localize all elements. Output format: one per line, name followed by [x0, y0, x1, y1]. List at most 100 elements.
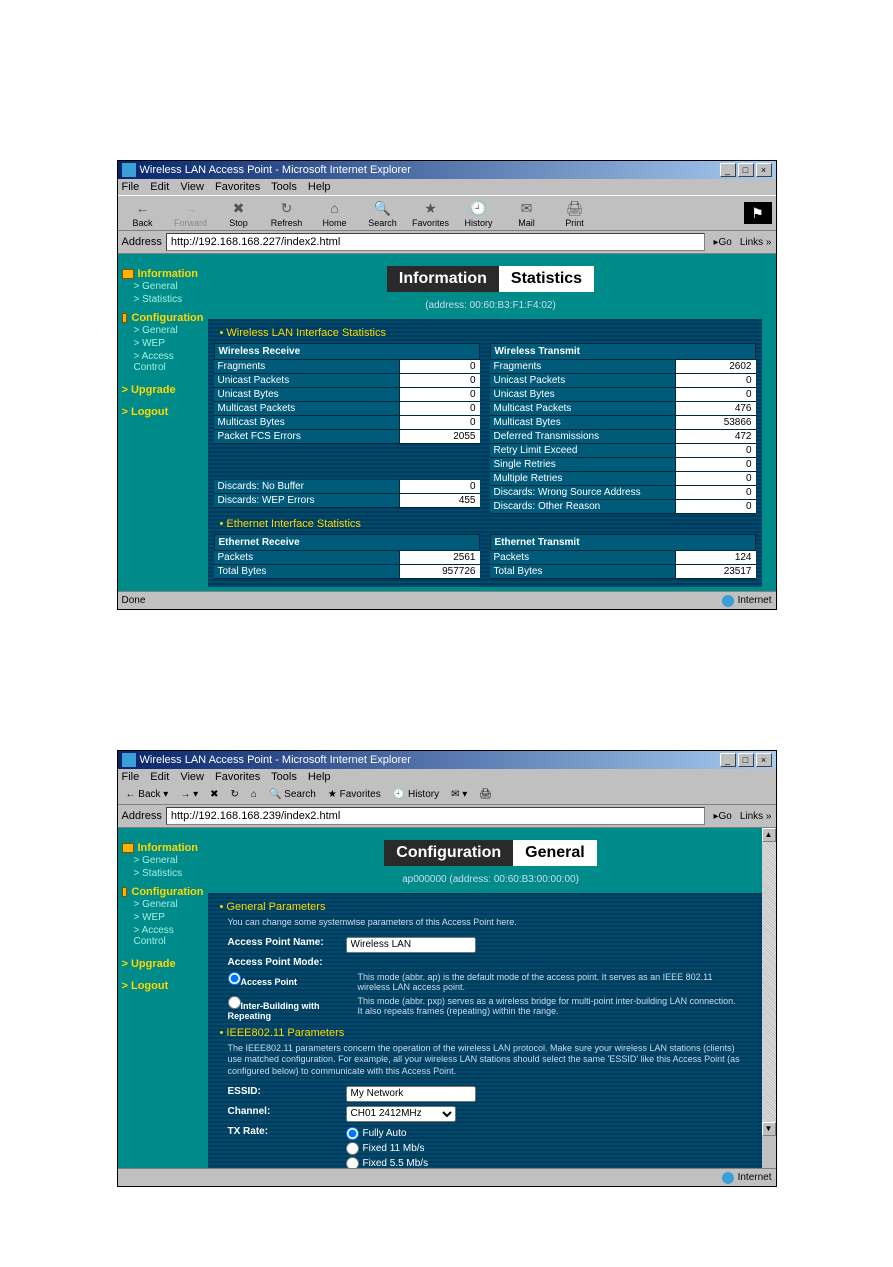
channel-select[interactable]: CH01 2412MHz: [346, 1106, 456, 1122]
toolbar-print-button[interactable]: 🖨Print: [554, 198, 596, 228]
nav-configuration[interactable]: Configuration: [122, 312, 204, 324]
80211-params-desc: The IEEE802.11 parameters concern the op…: [214, 1043, 756, 1084]
general-params-desc: You can change some systemwise parameter…: [214, 917, 756, 935]
internet-zone-label: Internet: [738, 595, 772, 606]
nav-upgrade[interactable]: > Upgrade: [122, 384, 204, 396]
txrate-option[interactable]: Fixed 5.5 Mb/s: [346, 1156, 459, 1168]
links-button[interactable]: Links »: [740, 237, 772, 248]
toolbar-forward-button[interactable]: →Forward: [170, 198, 212, 228]
toolbar-button[interactable]: ⌂: [247, 787, 261, 802]
toolbar-stop-button[interactable]: ✖Stop: [218, 198, 260, 228]
minimize-button[interactable]: _: [720, 753, 736, 767]
mode-repeating-label: Inter-Building with Repeating: [228, 1001, 320, 1021]
status-bar: Internet: [118, 1168, 776, 1186]
toolbar-home-button[interactable]: ⌂Home: [314, 198, 356, 228]
ethernet-tx-header: Ethernet Transmit: [490, 534, 756, 551]
txrate-option[interactable]: Fixed 11 Mb/s: [346, 1141, 459, 1156]
menu-favorites[interactable]: Favorites: [215, 771, 260, 783]
nav-info-general[interactable]: > General: [134, 854, 204, 867]
menu-view[interactable]: View: [180, 181, 204, 193]
stat-row: Multiple Retries0: [490, 472, 756, 486]
toolbar-button[interactable]: 🔍 Search: [265, 787, 320, 802]
titlebar: Wireless LAN Access Point - Microsoft In…: [118, 161, 776, 179]
toolbar-back-button[interactable]: ←Back: [122, 198, 164, 228]
address-input[interactable]: [166, 233, 706, 251]
menu-file[interactable]: File: [122, 181, 140, 193]
menu-edit[interactable]: Edit: [150, 181, 169, 193]
nav-conf-access-control[interactable]: > Access Control: [134, 350, 204, 374]
ap-name-input[interactable]: [346, 937, 476, 953]
toolbar-button[interactable]: ★ Favorites: [324, 787, 385, 802]
nav-conf-general[interactable]: > General: [134, 324, 204, 337]
toolbar-button[interactable]: 🖨: [475, 787, 496, 802]
essid-input[interactable]: [346, 1086, 476, 1102]
nav-info-general[interactable]: > General: [134, 280, 204, 293]
maximize-button[interactable]: □: [738, 753, 754, 767]
menu-edit[interactable]: Edit: [150, 771, 169, 783]
stat-row: Total Bytes23517: [490, 565, 756, 579]
toolbar-button[interactable]: ✉ ▾: [447, 787, 471, 802]
address-bar: Address ▸Go Links »: [118, 231, 776, 254]
menu-view[interactable]: View: [180, 771, 204, 783]
section-general-params: General Parameters: [214, 897, 756, 917]
nav-conf-access-control[interactable]: > Access Control: [134, 924, 204, 948]
mode-repeating-desc: This mode (abbr. pxp) serves as a wirele…: [358, 996, 742, 1016]
close-button[interactable]: ×: [756, 753, 772, 767]
nav-info-statistics[interactable]: > Statistics: [134, 293, 204, 306]
address-bar: Address ▸Go Links »: [118, 805, 776, 828]
stat-row: Unicast Packets0: [214, 374, 480, 388]
links-button[interactable]: Links »: [740, 811, 772, 822]
menu-file[interactable]: File: [122, 771, 140, 783]
stat-row: Multicast Packets476: [490, 402, 756, 416]
toolbar-button[interactable]: ✖: [206, 787, 222, 802]
header-section: Information: [387, 266, 499, 292]
main-area: Information Statistics (address: 00:60:B…: [208, 254, 776, 591]
nav-conf-wep[interactable]: > WEP: [134, 337, 204, 350]
address-label: Address: [122, 810, 162, 822]
nav-conf-general[interactable]: > General: [134, 898, 204, 911]
toolbar-search-button[interactable]: 🔍Search: [362, 198, 404, 228]
menu-help[interactable]: Help: [308, 771, 331, 783]
nav-configuration[interactable]: Configuration: [122, 886, 204, 898]
nav-upgrade[interactable]: > Upgrade: [122, 958, 204, 970]
stat-row: Discards: Other Reason0: [490, 500, 756, 514]
txrate-option[interactable]: Fully Auto: [346, 1126, 459, 1141]
toolbar-mail-button[interactable]: ✉Mail: [506, 198, 548, 228]
address-input[interactable]: [166, 807, 706, 825]
toolbar-refresh-button[interactable]: ↻Refresh: [266, 198, 308, 228]
sidebar: Information> General> StatisticsConfigur…: [118, 254, 208, 591]
throbber-icon: ⚑: [744, 202, 772, 224]
nav-logout[interactable]: > Logout: [122, 980, 204, 992]
toolbar-button[interactable]: ↻: [227, 787, 243, 802]
close-button[interactable]: ×: [756, 163, 772, 177]
stat-row: Fragments0: [214, 360, 480, 374]
toolbar-history-button[interactable]: 🕘History: [458, 198, 500, 228]
vertical-scrollbar[interactable]: ▲▼: [762, 828, 776, 1168]
go-button[interactable]: ▸Go: [709, 811, 735, 822]
nav-information[interactable]: Information: [122, 842, 204, 854]
page-content: Information> General> StatisticsConfigur…: [118, 828, 776, 1168]
go-button[interactable]: ▸Go: [709, 237, 735, 248]
stat-row: Packet FCS Errors2055: [214, 430, 480, 444]
menu-bar: File Edit View Favorites Tools Help: [118, 769, 776, 785]
nav-info-statistics[interactable]: > Statistics: [134, 867, 204, 880]
mode-repeating-radio[interactable]: [228, 996, 241, 1009]
toolbar-button[interactable]: → ▾: [176, 787, 202, 802]
menu-help[interactable]: Help: [308, 181, 331, 193]
toolbar-button[interactable]: ← Back ▾: [122, 787, 173, 802]
toolbar-favorites-button[interactable]: ★Favorites: [410, 198, 452, 228]
nav-conf-wep[interactable]: > WEP: [134, 911, 204, 924]
nav-logout[interactable]: > Logout: [122, 406, 204, 418]
nav-information[interactable]: Information: [122, 268, 204, 280]
menu-tools[interactable]: Tools: [271, 181, 297, 193]
mode-ap-radio[interactable]: [228, 972, 241, 985]
toolbar-button[interactable]: 🕘 History: [389, 787, 443, 802]
menu-tools[interactable]: Tools: [271, 771, 297, 783]
ie-icon: [122, 753, 136, 767]
minimize-button[interactable]: _: [720, 163, 736, 177]
maximize-button[interactable]: □: [738, 163, 754, 177]
menu-favorites[interactable]: Favorites: [215, 181, 260, 193]
section-ethernet-stats: Ethernet Interface Statistics: [214, 514, 756, 534]
sidebar: Information> General> StatisticsConfigur…: [118, 828, 208, 1168]
main-area: Configuration General ap000000 (address:…: [208, 828, 776, 1168]
